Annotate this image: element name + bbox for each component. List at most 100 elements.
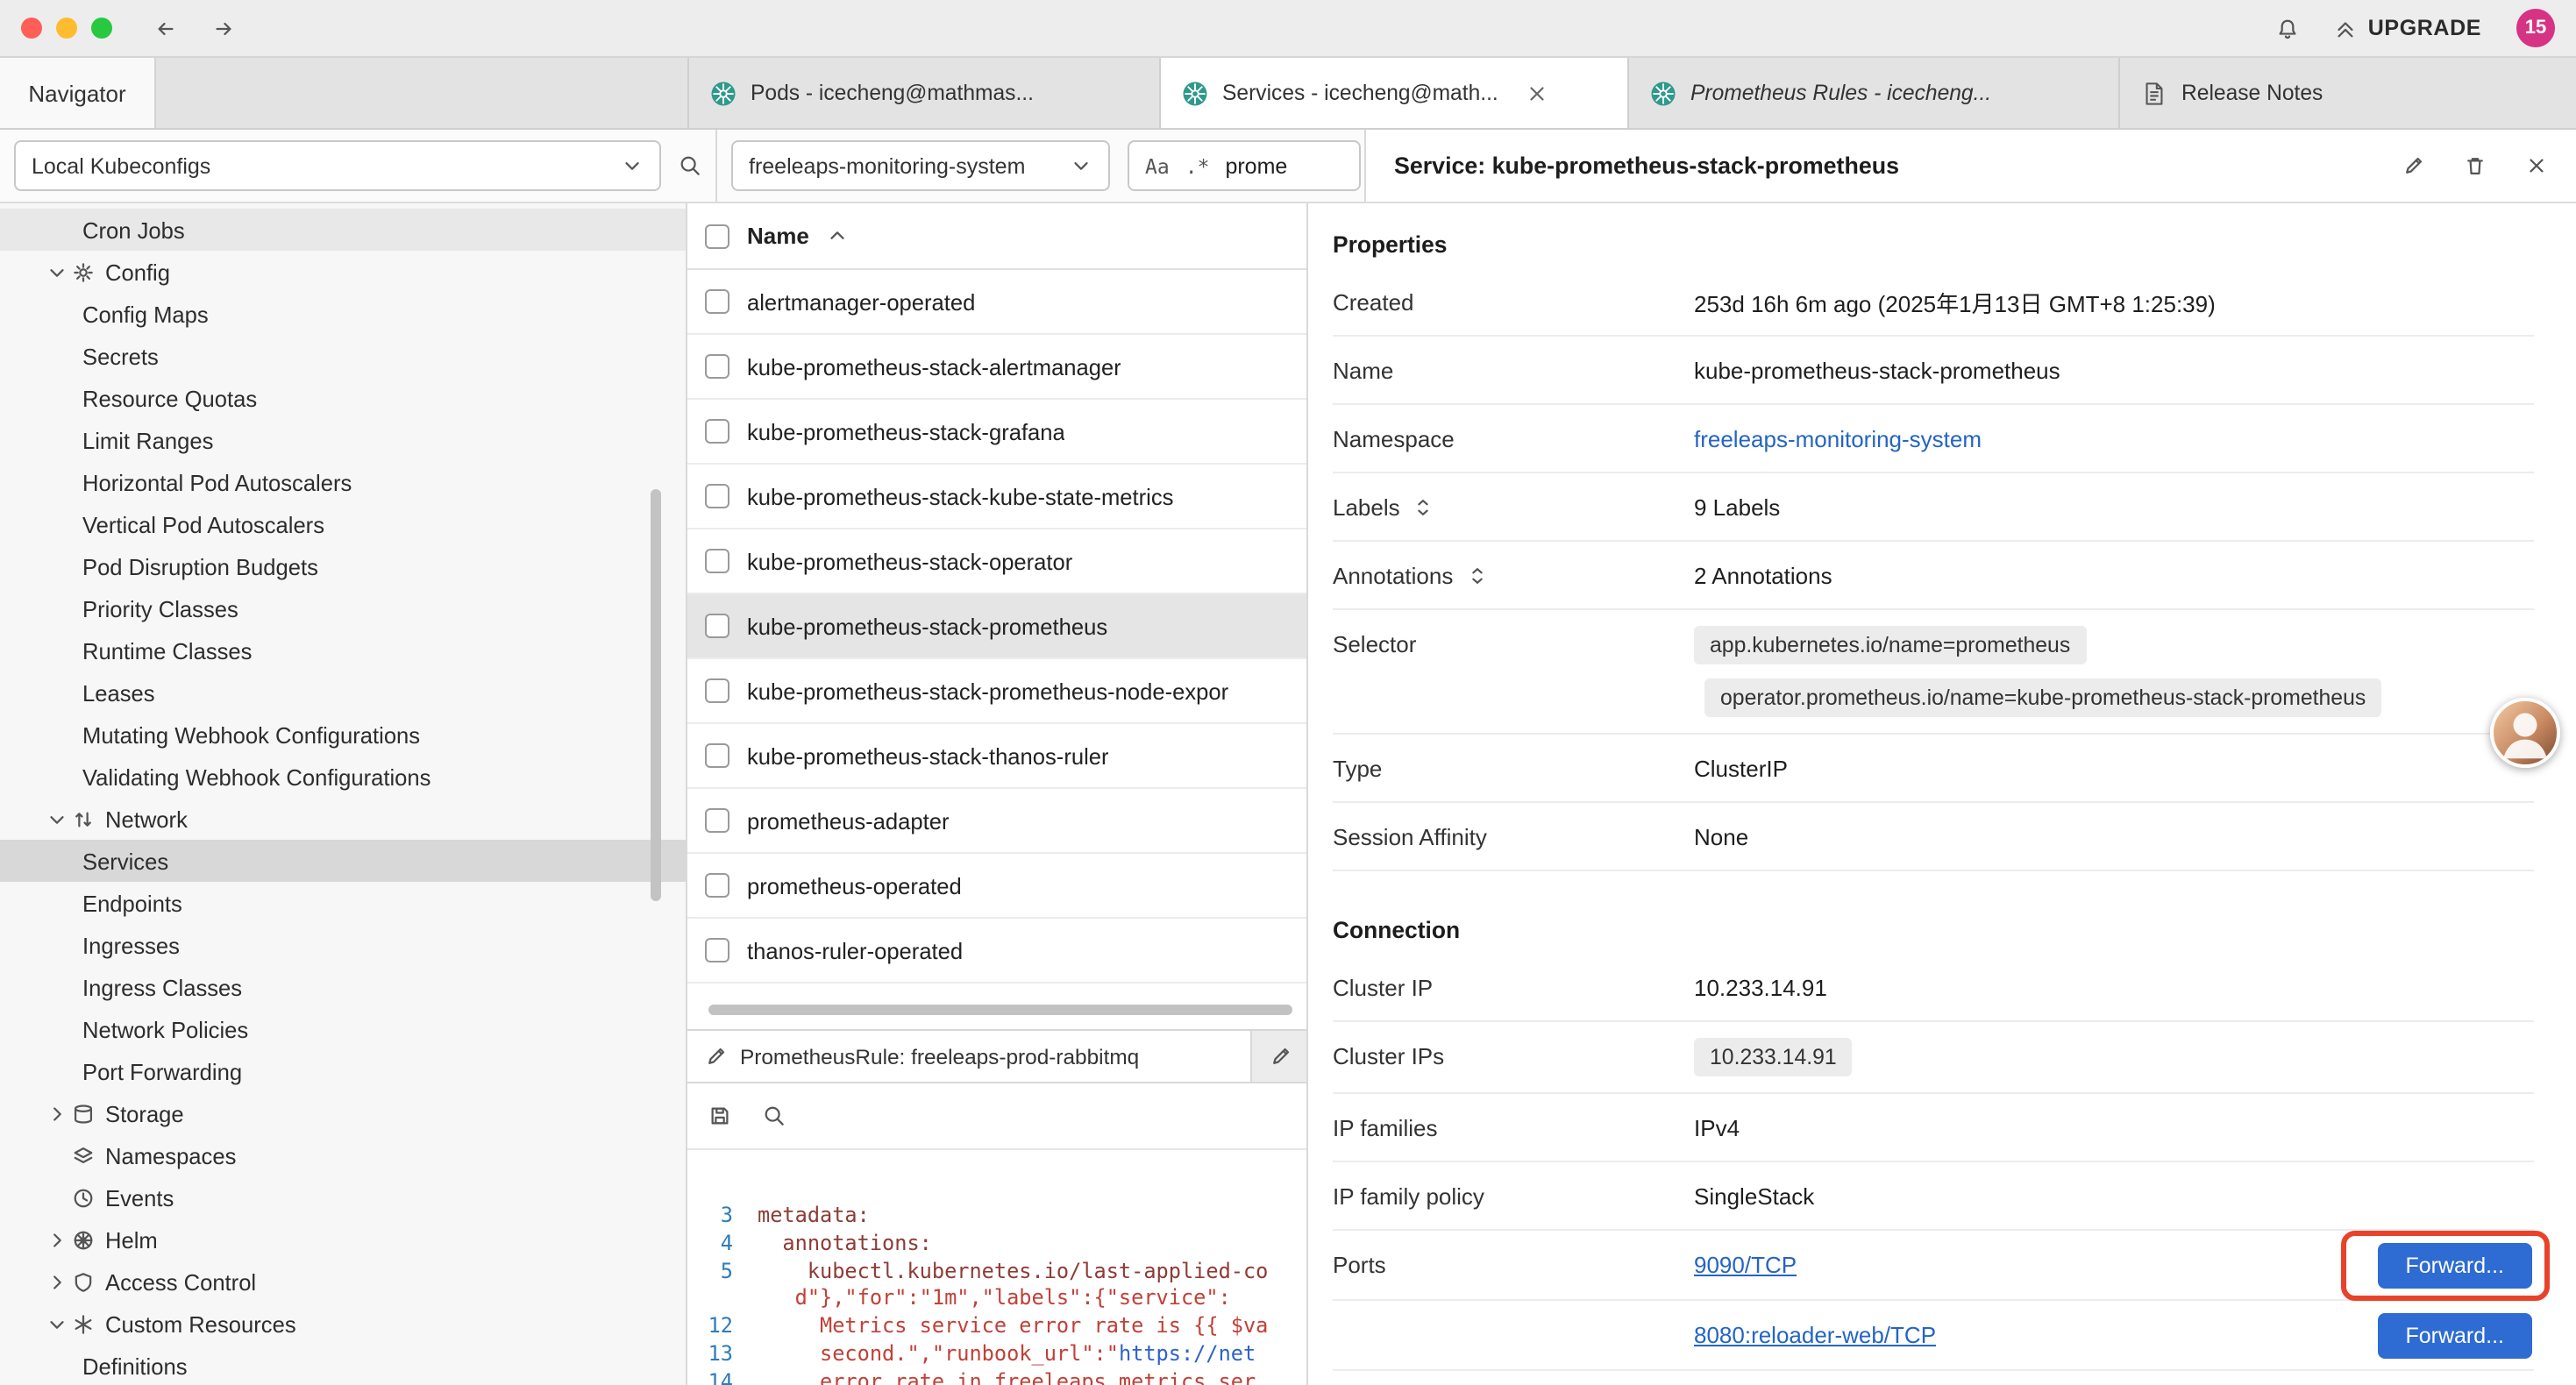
services-rows: alertmanager-operatedkube-prometheus-sta… — [687, 270, 1306, 984]
table-row[interactable]: kube-prometheus-stack-prometheus — [687, 594, 1306, 659]
sidebar-item-secrets[interactable]: Secrets — [0, 335, 686, 377]
sidebar-item-definitions[interactable]: Definitions — [0, 1345, 686, 1385]
tab-4[interactable]: Release Notes — [2120, 58, 2576, 128]
sidebar-item-priority-classes[interactable]: Priority Classes — [0, 587, 686, 629]
row-checkbox[interactable] — [705, 614, 729, 638]
port-link[interactable]: 8080:reloader-web/TCP — [1694, 1322, 1936, 1348]
sidebar-item-port-forwarding[interactable]: Port Forwarding — [0, 1050, 686, 1092]
table-row[interactable]: prometheus-adapter — [687, 789, 1306, 854]
kubeconfig-selector[interactable]: Local Kubeconfigs — [14, 140, 661, 191]
table-row[interactable]: kube-prometheus-stack-alertmanager — [687, 335, 1306, 400]
forward-button[interactable]: Forward... — [2377, 1312, 2532, 1358]
sort-toggle-icon[interactable] — [1413, 495, 1435, 518]
table-row[interactable]: kube-prometheus-stack-grafana — [687, 400, 1306, 465]
sidebar-item-ingress-classes[interactable]: Ingress Classes — [0, 966, 686, 1008]
sidebar-item-leases[interactable]: Leases — [0, 671, 686, 714]
row-checkbox[interactable] — [705, 743, 729, 768]
yaml-editor[interactable]: 3metadata:4 annotations:5 kubectl.kubern… — [687, 1150, 1306, 1385]
notifications-bell-icon[interactable] — [2277, 17, 2300, 39]
minimize-window-button[interactable] — [56, 18, 77, 39]
list-toolbar: freeleaps-monitoring-system Aa .* prome — [717, 130, 1366, 202]
sidebar-item-custom-resources[interactable]: Custom Resources — [0, 1303, 686, 1345]
row-checkbox[interactable] — [705, 484, 729, 508]
table-row[interactable]: kube-prometheus-stack-operator — [687, 529, 1306, 594]
tab-3[interactable]: Prometheus Rules - icecheng... — [1629, 58, 2120, 128]
sort-ascending-icon[interactable] — [827, 224, 850, 247]
forward-button[interactable] — [212, 17, 235, 39]
table-row[interactable]: kube-prometheus-stack-kube-state-metrics — [687, 465, 1306, 529]
table-row[interactable]: kube-prometheus-stack-prometheus-node-ex… — [687, 659, 1306, 724]
sidebar-item-ingresses[interactable]: Ingresses — [0, 924, 686, 966]
sidebar-item-validating-webhook-configurations[interactable]: Validating Webhook Configurations — [0, 756, 686, 798]
table-row[interactable]: kube-prometheus-stack-thanos-ruler — [687, 724, 1306, 789]
sidebar-item-horizontal-pod-autoscalers[interactable]: Horizontal Pod Autoscalers — [0, 461, 686, 503]
sidebar-item-storage[interactable]: Storage — [0, 1092, 686, 1134]
row-checkbox[interactable] — [705, 938, 729, 962]
row-checkbox[interactable] — [705, 354, 729, 379]
floating-avatar[interactable] — [2490, 698, 2560, 768]
delete-icon[interactable] — [2464, 154, 2487, 177]
sidebar-item-limit-ranges[interactable]: Limit Ranges — [0, 419, 686, 461]
zoom-window-button[interactable] — [91, 18, 112, 39]
sidebar-item-resource-quotas[interactable]: Resource Quotas — [0, 377, 686, 419]
name-column-header[interactable]: Name — [747, 223, 809, 249]
case-sensitive-toggle[interactable]: Aa — [1145, 153, 1170, 178]
sort-toggle-icon[interactable] — [1465, 564, 1488, 586]
edit-icon[interactable] — [2402, 154, 2425, 177]
sidebar-item-runtime-classes[interactable]: Runtime Classes — [0, 629, 686, 671]
sidebar-item-vertical-pod-autoscalers[interactable]: Vertical Pod Autoscalers — [0, 503, 686, 545]
row-checkbox[interactable] — [705, 678, 729, 703]
table-row[interactable]: alertmanager-operated — [687, 270, 1306, 335]
table-row[interactable]: thanos-ruler-operated — [687, 919, 1306, 984]
sidebar-item-services[interactable]: Services — [0, 840, 686, 882]
value-chip: operator.prometheus.io/name=kube-prometh… — [1704, 678, 2381, 717]
sidebar-item-pod-disruption-budgets[interactable]: Pod Disruption Budgets — [0, 545, 686, 587]
sidebar-scrollbar-thumb[interactable] — [651, 489, 661, 901]
forward-button[interactable]: Forward... — [2377, 1242, 2532, 1288]
detail-label: Ports — [1333, 1252, 1694, 1278]
detail-label: Name — [1333, 357, 1694, 383]
tab-next-stub[interactable] — [1252, 1031, 1308, 1082]
detail-label: Namespace — [1333, 425, 1694, 451]
sidebar-item-network-policies[interactable]: Network Policies — [0, 1008, 686, 1050]
select-all-checkbox[interactable] — [705, 224, 729, 248]
back-button[interactable] — [154, 17, 177, 39]
sidebar-item-cron-jobs[interactable]: Cron Jobs — [0, 209, 686, 251]
row-checkbox[interactable] — [705, 419, 729, 444]
port-link[interactable]: 9090/TCP — [1694, 1252, 1797, 1278]
editor-toolbar — [687, 1083, 1306, 1150]
sidebar-item-namespaces[interactable]: Namespaces — [0, 1134, 686, 1176]
sidebar-item-endpoints[interactable]: Endpoints — [0, 882, 686, 924]
list-search-input[interactable]: Aa .* prome — [1128, 140, 1361, 191]
row-checkbox[interactable] — [705, 549, 729, 573]
sidebar-item-helm[interactable]: Helm — [0, 1218, 686, 1261]
horizontal-scrollbar-thumb[interactable] — [708, 1005, 1292, 1015]
sidebar-item-network[interactable]: Network — [0, 798, 686, 840]
save-icon[interactable] — [708, 1104, 731, 1127]
tab-navigator[interactable]: Navigator — [0, 58, 156, 128]
row-checkbox[interactable] — [705, 808, 729, 833]
close-icon[interactable] — [2525, 154, 2548, 177]
regex-toggle[interactable]: .* — [1185, 153, 1210, 178]
editor-search-icon[interactable] — [763, 1104, 786, 1127]
tab-prometheusrule[interactable]: PrometheusRule: freeleaps-prod-rabbitmq — [687, 1031, 1252, 1082]
sidebar-item-label: Events — [105, 1184, 174, 1211]
tab-1[interactable]: Pods - icecheng@mathmas... — [689, 58, 1161, 128]
namespace-selector[interactable]: freeleaps-monitoring-system — [731, 140, 1110, 191]
sidebar-item-events[interactable]: Events — [0, 1176, 686, 1218]
sidebar-item-mutating-webhook-configurations[interactable]: Mutating Webhook Configurations — [0, 714, 686, 756]
namespace-link[interactable]: freeleaps-monitoring-system — [1694, 425, 1982, 451]
sidebar-item-config[interactable]: Config — [0, 251, 686, 293]
close-tab-icon[interactable] — [1526, 82, 1549, 104]
upgrade-icon — [2335, 17, 2358, 39]
row-checkbox[interactable] — [705, 289, 729, 314]
sidebar-item-access-control[interactable]: Access Control — [0, 1261, 686, 1303]
notification-count-badge[interactable]: 15 — [2516, 9, 2555, 47]
sidebar-search-icon[interactable] — [679, 154, 701, 177]
upgrade-button[interactable]: UPGRADE — [2335, 16, 2481, 40]
row-checkbox[interactable] — [705, 873, 729, 898]
close-window-button[interactable] — [21, 18, 42, 39]
tab-2[interactable]: Services - icecheng@math... — [1161, 58, 1629, 128]
table-row[interactable]: prometheus-operated — [687, 854, 1306, 919]
sidebar-item-config-maps[interactable]: Config Maps — [0, 293, 686, 335]
